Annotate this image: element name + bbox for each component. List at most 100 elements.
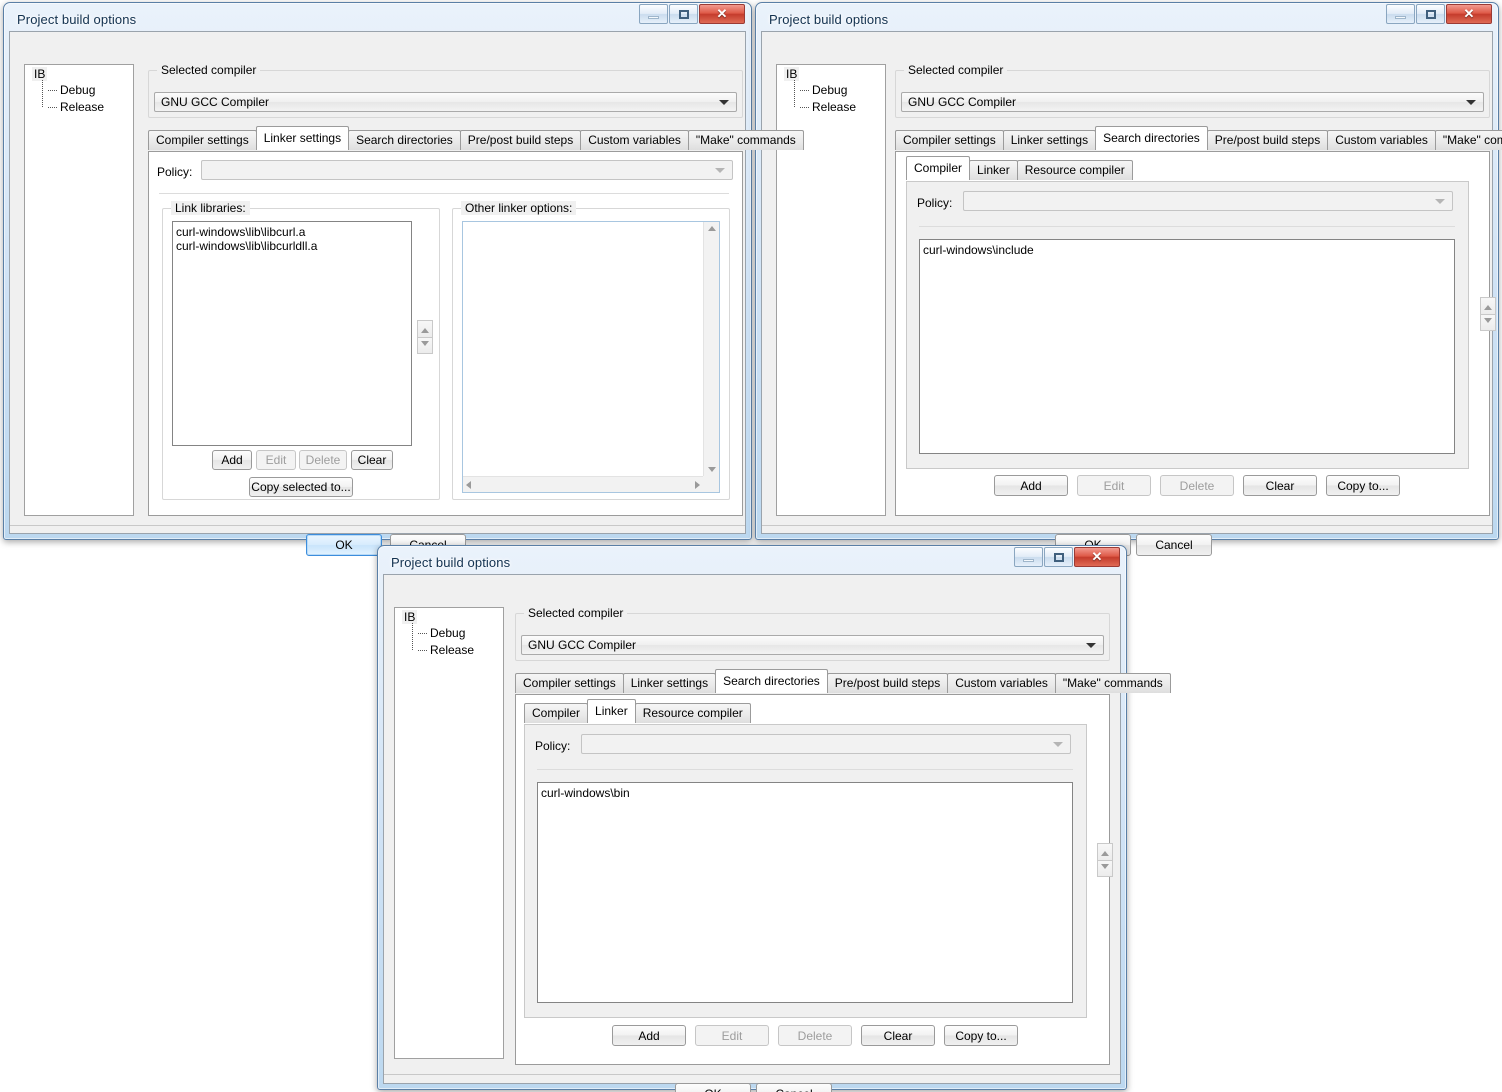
tab-make-commands[interactable]: "Make" commands [1054, 673, 1171, 693]
main-tabstrip[interactable]: Compiler settings Linker settings Search… [515, 669, 1171, 693]
window-project-build-options-search-dirs-compiler[interactable]: Project build options ✕ IB Debug Release… [755, 2, 1502, 556]
list-item[interactable]: curl-windows\lib\libcurldll.a [176, 239, 411, 253]
clear-button[interactable]: Clear [861, 1025, 935, 1046]
window-controls[interactable]: ✕ [638, 4, 745, 24]
title-bar[interactable]: Project build options ✕ [761, 4, 1493, 31]
ok-button[interactable]: OK [675, 1083, 751, 1092]
tab-make-commands[interactable]: "Make" commands [1434, 130, 1502, 150]
list-item[interactable]: curl-windows\include [923, 243, 1454, 257]
subtab-resource-compiler[interactable]: Resource compiler [634, 703, 751, 723]
tab-compiler-settings[interactable]: Compiler settings [895, 130, 1004, 150]
tab-custom-variables[interactable]: Custom variables [580, 130, 689, 150]
main-tabstrip[interactable]: Compiler settings Linker settings Search… [895, 126, 1502, 150]
window-controls[interactable]: ✕ [1385, 4, 1492, 24]
link-libraries-list[interactable]: curl-windows\lib\libcurl.a curl-windows\… [172, 221, 412, 446]
reorder-spinner[interactable] [1097, 843, 1113, 877]
tab-custom-variables[interactable]: Custom variables [1327, 130, 1436, 150]
clear-button[interactable]: Clear [1243, 475, 1317, 496]
compiler-select[interactable]: GNU GCC Compiler [901, 92, 1484, 112]
add-button[interactable]: Add [212, 450, 252, 470]
title-bar[interactable]: Project build options ✕ [383, 547, 1121, 574]
policy-select[interactable] [581, 734, 1071, 754]
scroll-up-icon[interactable] [707, 226, 716, 231]
tab-compiler-settings[interactable]: Compiler settings [148, 130, 257, 150]
tab-make-commands[interactable]: "Make" commands [687, 130, 804, 150]
configuration-tree[interactable]: IB Debug Release [24, 64, 134, 516]
maximize-button[interactable] [669, 4, 698, 24]
scroll-left-icon[interactable] [466, 480, 471, 489]
copy-selected-to-button[interactable]: Copy selected to... [249, 477, 353, 497]
move-up-button[interactable] [1481, 298, 1495, 315]
copy-to-button[interactable]: Copy to... [1326, 475, 1400, 496]
tab-prepost-build-steps[interactable]: Pre/post build steps [826, 673, 949, 693]
title-bar[interactable]: Project build options ✕ [9, 4, 746, 31]
tree-root-node[interactable]: IB Debug Release [395, 608, 503, 659]
compiler-select[interactable]: GNU GCC Compiler [521, 635, 1104, 655]
policy-select[interactable] [963, 191, 1453, 211]
close-button[interactable]: ✕ [1074, 547, 1120, 567]
compiler-select[interactable]: GNU GCC Compiler [154, 92, 737, 112]
tree-item-debug[interactable]: Debug [418, 625, 503, 642]
list-item[interactable]: curl-windows\lib\libcurl.a [176, 225, 411, 239]
tab-compiler-settings[interactable]: Compiler settings [515, 673, 624, 693]
tree-root-node[interactable]: IB Debug Release [25, 65, 133, 116]
reorder-spinner[interactable] [417, 320, 433, 354]
tree-root-node[interactable]: IB Debug Release [777, 65, 885, 116]
minimize-button[interactable] [1014, 547, 1043, 567]
minimize-button[interactable] [639, 4, 668, 24]
move-down-button[interactable] [418, 337, 432, 353]
tree-item-release[interactable]: Release [800, 99, 885, 116]
subtab-resource-compiler[interactable]: Resource compiler [1016, 160, 1133, 180]
tab-search-directories[interactable]: Search directories [715, 669, 828, 693]
tab-linker-settings[interactable]: Linker settings [255, 126, 350, 150]
tree-item-debug[interactable]: Debug [800, 82, 885, 99]
other-linker-options-text[interactable] [463, 222, 703, 476]
subtab-compiler[interactable]: Compiler [524, 703, 589, 723]
add-button[interactable]: Add [994, 475, 1068, 496]
tab-linker-settings[interactable]: Linker settings [622, 673, 717, 693]
vertical-scrollbar[interactable] [703, 222, 719, 476]
add-button[interactable]: Add [612, 1025, 686, 1046]
tree-item-release[interactable]: Release [48, 99, 133, 116]
sub-tabstrip[interactable]: Compiler Linker Resource compiler [524, 699, 751, 723]
sub-tabstrip[interactable]: Compiler Linker Resource compiler [906, 156, 1133, 180]
scroll-right-icon[interactable] [695, 480, 700, 489]
subtab-linker[interactable]: Linker [587, 699, 636, 723]
move-down-button[interactable] [1481, 314, 1495, 330]
other-linker-options-textarea[interactable] [462, 221, 720, 493]
tab-prepost-build-steps[interactable]: Pre/post build steps [1206, 130, 1329, 150]
scroll-down-icon[interactable] [707, 467, 716, 472]
search-directories-list[interactable]: curl-windows\include [919, 239, 1455, 454]
subtab-compiler[interactable]: Compiler [906, 156, 971, 180]
move-down-button[interactable] [1098, 860, 1112, 876]
subtab-linker[interactable]: Linker [969, 160, 1018, 180]
tree-item-release[interactable]: Release [418, 642, 503, 659]
tab-search-directories[interactable]: Search directories [1095, 126, 1208, 150]
reorder-spinner[interactable] [1480, 297, 1496, 331]
tab-prepost-build-steps[interactable]: Pre/post build steps [459, 130, 582, 150]
move-up-button[interactable] [1098, 844, 1112, 861]
search-directories-list[interactable]: curl-windows\bin [537, 782, 1073, 1003]
move-up-button[interactable] [418, 321, 432, 338]
cancel-button[interactable]: Cancel [1136, 534, 1212, 556]
tab-custom-variables[interactable]: Custom variables [947, 673, 1056, 693]
list-item[interactable]: curl-windows\bin [541, 786, 1072, 800]
minimize-button[interactable] [1386, 4, 1415, 24]
tab-linker-settings[interactable]: Linker settings [1002, 130, 1097, 150]
horizontal-scrollbar[interactable] [463, 476, 703, 492]
tab-search-directories[interactable]: Search directories [348, 130, 461, 150]
clear-button[interactable]: Clear [351, 450, 393, 470]
policy-select[interactable] [201, 160, 733, 180]
close-button[interactable]: ✕ [1446, 4, 1492, 24]
cancel-button[interactable]: Cancel [756, 1083, 832, 1092]
maximize-button[interactable] [1416, 4, 1445, 24]
window-project-build-options-linker-settings[interactable]: Project build options ✕ IB Debug Release… [3, 2, 804, 556]
configuration-tree[interactable]: IB Debug Release [394, 607, 504, 1059]
window-project-build-options-search-dirs-linker[interactable]: Project build options ✕ IB Debug Release… [377, 545, 1171, 1092]
close-button[interactable]: ✕ [699, 4, 745, 24]
maximize-button[interactable] [1044, 547, 1073, 567]
main-tabstrip[interactable]: Compiler settings Linker settings Search… [148, 126, 804, 150]
ok-button[interactable]: OK [306, 534, 382, 556]
copy-to-button[interactable]: Copy to... [944, 1025, 1018, 1046]
window-controls[interactable]: ✕ [1013, 547, 1120, 567]
